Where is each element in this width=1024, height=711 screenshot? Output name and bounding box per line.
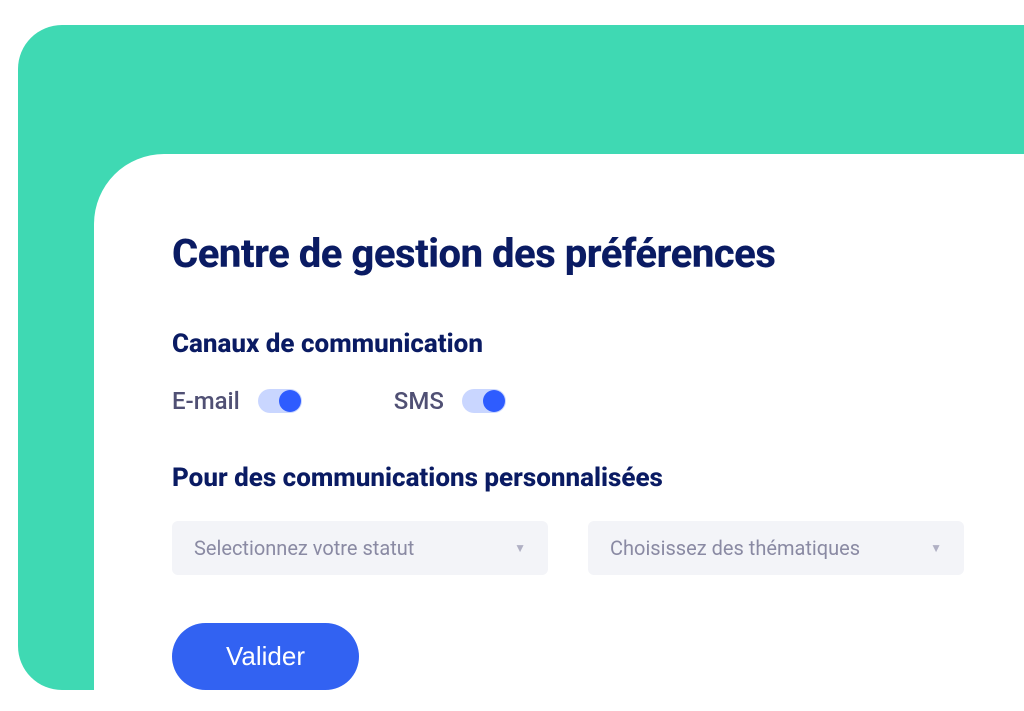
channel-email: E-mail: [172, 387, 302, 415]
page-title: Centre de gestion des préférences: [172, 230, 964, 277]
toggle-sms[interactable]: [462, 389, 506, 413]
status-select[interactable]: Selectionnez votre statut ▼: [172, 521, 548, 575]
channel-sms: SMS: [394, 387, 506, 415]
preferences-card: Centre de gestion des préférences Canaux…: [94, 154, 1024, 711]
chevron-down-icon: ▼: [514, 541, 526, 555]
channel-email-label: E-mail: [172, 387, 240, 415]
toggle-knob-icon: [483, 390, 505, 412]
channel-sms-label: SMS: [394, 387, 444, 415]
selects-row: Selectionnez votre statut ▼ Choisissez d…: [172, 521, 964, 575]
personalized-heading: Pour des communications personnalisées: [172, 463, 964, 493]
channels-heading: Canaux de communication: [172, 329, 964, 359]
submit-button[interactable]: Valider: [172, 623, 359, 690]
status-select-placeholder: Selectionnez votre statut: [194, 536, 414, 560]
themes-select-placeholder: Choisissez des thématiques: [610, 536, 860, 560]
channels-row: E-mail SMS: [172, 387, 964, 415]
toggle-knob-icon: [279, 390, 301, 412]
themes-select[interactable]: Choisissez des thématiques ▼: [588, 521, 964, 575]
toggle-email[interactable]: [258, 389, 302, 413]
chevron-down-icon: ▼: [930, 541, 942, 555]
